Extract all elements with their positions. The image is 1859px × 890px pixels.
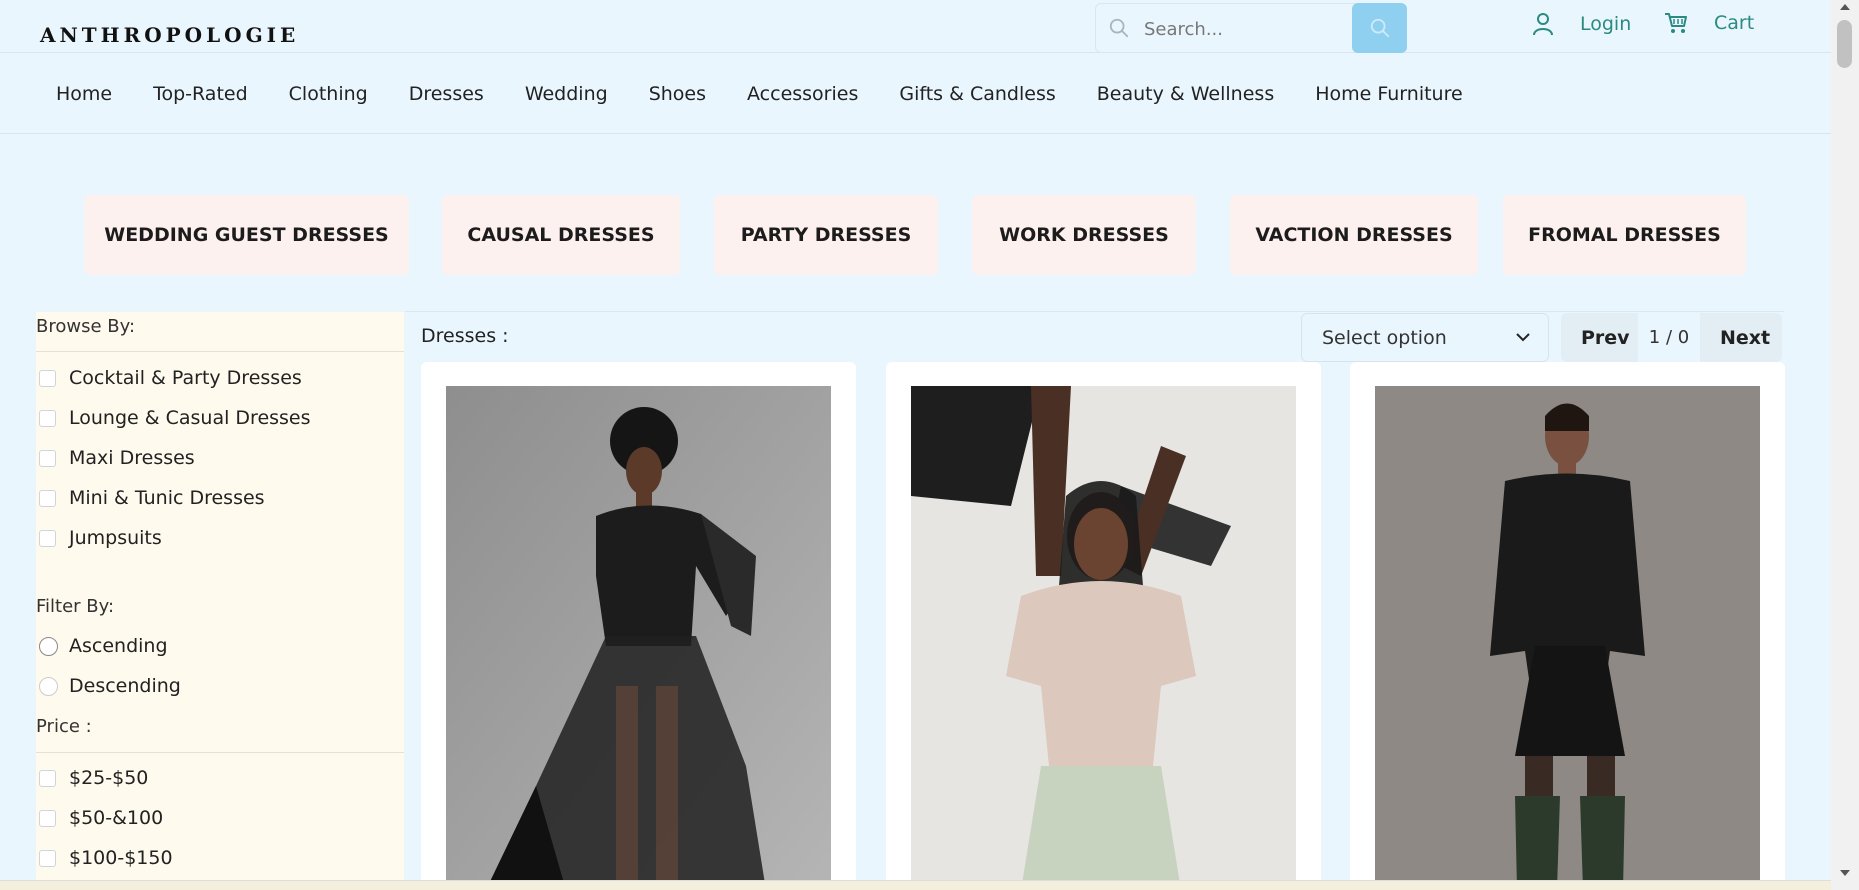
price-option[interactable]: $50-&100	[39, 807, 163, 829]
nav-beauty-wellness[interactable]: Beauty & Wellness	[1097, 83, 1274, 105]
nav-dresses[interactable]: Dresses	[409, 83, 484, 105]
option-label: Cocktail & Party Dresses	[69, 367, 302, 389]
option-label: $50-&100	[69, 807, 164, 829]
category-vaction[interactable]: VACTION DRESSES	[1230, 195, 1478, 275]
nav-wedding[interactable]: Wedding	[525, 83, 608, 105]
browse-option[interactable]: Lounge & Casual Dresses	[39, 407, 311, 429]
category-wedding-guest[interactable]: WEDDING GUEST DRESSES	[84, 195, 409, 275]
price-option[interactable]: $100-$150	[39, 847, 173, 869]
option-label: Maxi Dresses	[69, 447, 195, 469]
nav-home-furniture[interactable]: Home Furniture	[1315, 83, 1462, 105]
option-label: $100-$150	[69, 847, 173, 869]
radio[interactable]	[39, 676, 58, 696]
price-heading: Price :	[36, 716, 92, 737]
option-label: Ascending	[69, 635, 168, 657]
cart-link[interactable]: Cart	[1664, 12, 1754, 34]
search-icon	[1109, 18, 1129, 38]
cart-label: Cart	[1714, 12, 1755, 34]
nav-gifts-candles[interactable]: Gifts & Candless	[899, 83, 1055, 105]
top-header: ANTHROPOLOGIE Login Cart	[0, 0, 1831, 53]
browse-heading: Browse By:	[36, 316, 136, 337]
option-label: Lounge & Casual Dresses	[69, 407, 311, 429]
results-heading: Dresses :	[421, 325, 509, 347]
product-card[interactable]	[1350, 362, 1785, 890]
checkbox[interactable]	[39, 849, 56, 867]
category-party[interactable]: PARTY DRESSES	[714, 195, 938, 275]
checkbox[interactable]	[39, 529, 56, 547]
product-image[interactable]	[911, 386, 1296, 890]
browse-option[interactable]: Jumpsuits	[39, 527, 162, 549]
option-label: Jumpsuits	[69, 527, 162, 549]
user-icon	[1533, 13, 1553, 36]
nav-home[interactable]: Home	[56, 83, 112, 105]
scroll-thumb[interactable]	[1837, 20, 1852, 68]
category-pills: WEDDING GUEST DRESSES CAUSAL DRESSES PAR…	[0, 195, 1831, 275]
sort-descending-option[interactable]: Descending	[39, 675, 181, 697]
brand-logo[interactable]: ANTHROPOLOGIE	[40, 23, 299, 47]
checkbox[interactable]	[39, 369, 56, 387]
option-label: Descending	[69, 675, 181, 697]
checkbox[interactable]	[39, 769, 56, 787]
prev-button[interactable]: Prev	[1561, 313, 1638, 362]
chevron-down-icon	[1516, 333, 1530, 342]
browse-option[interactable]: Cocktail & Party Dresses	[39, 367, 302, 389]
search-icon	[1370, 18, 1389, 38]
next-button[interactable]: Next	[1700, 313, 1782, 362]
scroll-up-arrow-icon[interactable]	[1840, 4, 1850, 10]
nav-clothing[interactable]: Clothing	[289, 83, 368, 105]
price-option[interactable]: $25-$50	[39, 767, 148, 789]
nav-accessories[interactable]: Accessories	[747, 83, 858, 105]
category-causal[interactable]: CAUSAL DRESSES	[442, 195, 680, 275]
option-label: Mini & Tunic Dresses	[69, 487, 265, 509]
filter-sidebar: Browse By: Cocktail & Party Dresses Loun…	[36, 312, 404, 882]
category-fromal[interactable]: FROMAL DRESSES	[1503, 195, 1746, 275]
sort-select[interactable]: Select option	[1301, 313, 1549, 362]
filter-heading: Filter By:	[36, 596, 115, 617]
product-image[interactable]	[446, 386, 831, 890]
login-link[interactable]: Login	[1532, 12, 1631, 36]
page-scrollbar[interactable]	[1831, 0, 1859, 890]
pagination: Prev 1 / 0 Next	[1561, 313, 1782, 362]
sort-ascending-option[interactable]: Ascending	[39, 635, 168, 657]
cart-icon	[1665, 13, 1687, 33]
results-toolbar: Dresses : Select option Prev 1 / 0 Next	[405, 311, 1784, 362]
product-card[interactable]	[886, 362, 1321, 890]
sort-select-value: Select option	[1322, 326, 1447, 349]
divider	[36, 752, 404, 753]
checkbox[interactable]	[39, 449, 56, 467]
search-button[interactable]	[1352, 3, 1407, 53]
checkbox[interactable]	[39, 489, 56, 507]
main-nav: Home Top-Rated Clothing Dresses Wedding …	[0, 54, 1831, 134]
login-label: Login	[1580, 13, 1632, 35]
browse-option[interactable]: Maxi Dresses	[39, 447, 195, 469]
page-indicator: 1 / 0	[1638, 313, 1700, 362]
scroll-down-arrow-icon[interactable]	[1840, 870, 1850, 876]
product-image[interactable]	[1375, 386, 1760, 890]
search-input[interactable]	[1144, 16, 1344, 42]
radio[interactable]	[39, 636, 58, 656]
divider	[36, 351, 404, 352]
checkbox[interactable]	[39, 809, 56, 827]
option-label: $25-$50	[69, 767, 149, 789]
nav-top-rated[interactable]: Top-Rated	[153, 83, 248, 105]
checkbox[interactable]	[39, 409, 56, 427]
product-card[interactable]	[421, 362, 856, 890]
page-bottom-edge	[0, 880, 1831, 890]
browse-option[interactable]: Mini & Tunic Dresses	[39, 487, 265, 509]
nav-shoes[interactable]: Shoes	[649, 83, 706, 105]
category-work[interactable]: WORK DRESSES	[972, 195, 1196, 275]
